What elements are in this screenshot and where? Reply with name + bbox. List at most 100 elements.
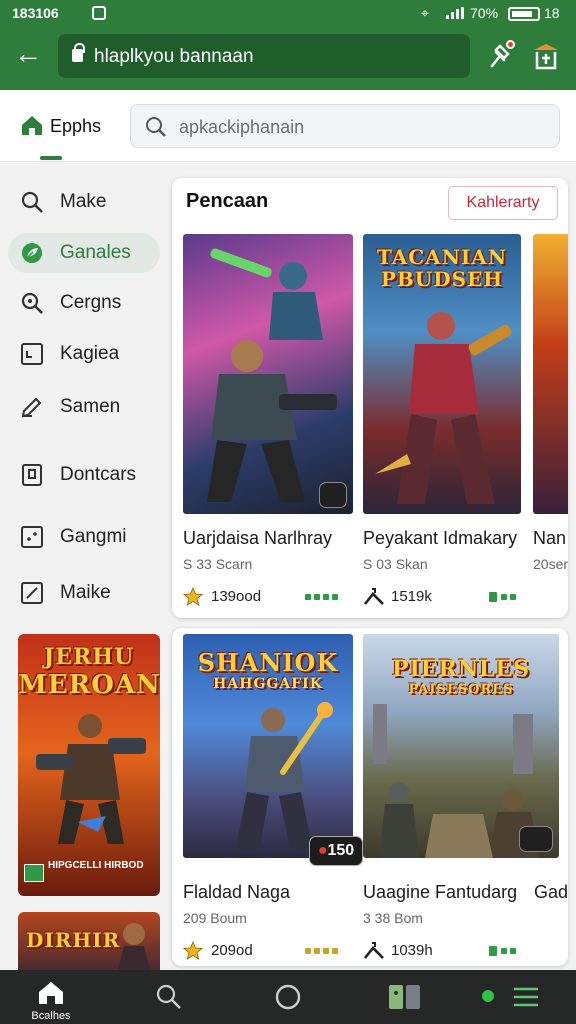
game-name: Nan [533,528,567,548]
game-tile[interactable]: Gade [534,882,568,912]
game-meta: S 03 Skan [363,556,428,572]
rating-value: 1039h [391,942,433,959]
game-meta: 20sen [533,556,568,572]
filter-chip[interactable]: Kahlerarty [448,186,558,220]
lock-icon [72,43,85,62]
character-illustration [118,923,150,970]
game-tile[interactable]: Nan 20sen [533,234,568,612]
store-button[interactable] [530,40,562,72]
page-icon [22,464,42,486]
download-icon [305,592,345,602]
nav-home-label: Bcalhes [31,1010,71,1022]
battery-icon [508,7,540,21]
price-badge: ●150 [309,836,363,866]
nav-home[interactable]: Bcalhes [20,970,82,1024]
sidebar-item-label: Cergns [60,292,122,313]
game-meta: 3 38 Bom [363,910,423,926]
game-tile[interactable]: Uarjdaisa Narlhray S 33 Scarn 139ood [183,234,353,612]
status-bar: 183106 ⌖ 70% 18 [0,0,576,28]
download-icon [489,946,529,956]
game-meta: 209 Boum [183,910,247,926]
game-tile[interactable]: SHANIOK HAHGGAFIK ●150 Flaldad Naga 209 … [183,634,363,964]
back-arrow-icon[interactable]: ← [14,40,44,70]
game-tile[interactable]: PIERNLES PAISESORES Uaagine Fantudarg 3 … [363,634,563,964]
notification-icon [92,6,106,20]
app-bar: 183106 ⌖ 70% 18 ← hlaplkyou bannaan [0,0,576,90]
side-cover-dirhir[interactable]: DIRHIR [18,912,160,970]
sidebar-item-kagiea[interactable]: Kagiea [8,334,160,374]
cover-title: PIERNLES [391,656,531,682]
side-cover-jerhu[interactable]: JERHU MEROAN HIPGCELLI HIRBOD [18,634,160,896]
section-card-featured: Pencaan Kahlerarty Uarjdaisa Narlhray S … [172,178,568,618]
home-icon [39,982,63,1004]
section-title: Pencaan [186,190,269,212]
nav-library[interactable] [384,970,428,1024]
game-cover: TACANIAN PBUDSEH [363,234,521,514]
section-card-more: SHANIOK HAHGGAFIK ●150 Flaldad Naga 209 … [172,628,568,966]
trend-icon [363,942,384,959]
badge-value: 150 [327,842,355,859]
search-input[interactable]: apkackiphanain [130,104,560,148]
sidebar-item-cergns[interactable]: Cergns [8,283,160,323]
home-icon [22,116,42,135]
status-extra: 18 [544,5,560,21]
pin-button[interactable] [486,40,518,72]
sidebar-item-maike[interactable]: Maike [8,573,160,613]
cover-footer: HIPGCELLI HIRBOD [48,860,144,871]
nav-home-circle[interactable] [268,970,308,1024]
warrior-illustration [235,702,333,852]
game-name: Uarjdaisa Narlhray [183,528,333,548]
store-icon [534,44,558,70]
wifi-icon: ⌖ [421,5,429,21]
game-cover: SHANIOK HAHGGAFIK [183,634,353,858]
download-icon [489,592,529,602]
cover-title: TACANIAN PBUDSEH [376,245,508,291]
warrior-illustration [375,312,512,504]
game-name: Uaagine Fantudarg [363,882,518,902]
game-name: Peyakant Idmakary [363,528,518,548]
sidebar-item-samen[interactable]: Samen [8,387,160,427]
game-tile[interactable]: TACANIAN PBUDSEH Peyakant Idmakary S 03 … [363,234,523,612]
sidebar-item-label: Kagiea [60,343,120,364]
nav-menu[interactable] [476,970,546,1024]
menu-icon [514,987,538,1007]
game-name: Flaldad Naga [183,882,291,902]
rating-value: 209od [211,942,253,959]
sidebar-item-ganales[interactable]: Ganales [8,233,160,273]
cover-subtitle: HAHGGAFIK [213,676,323,692]
sidebar-item-label: Gangmi [60,526,127,547]
cover-title: MEROAN [18,670,160,700]
badge-icon [519,826,553,852]
sidebar: Make Ganales Cergns Kagiea Samen Dontcar… [0,162,168,622]
sidebar-item-dontcars[interactable]: Dontcars [8,455,160,495]
warrior-illustration [36,714,146,844]
nav-search[interactable] [148,970,188,1024]
warrior-illustration [207,248,337,502]
cover-title: SHANIOK [197,648,339,677]
sidebar-item-label: Make [60,191,107,212]
sidebar-item-make[interactable]: Make [8,182,160,222]
game-meta: S 33 Scarn [183,556,253,572]
rating-value: 139ood [211,588,262,605]
rating-value: 1519k [391,588,432,605]
game-cover: PIERNLES PAISESORES [363,634,559,858]
status-dot-icon [482,990,494,1002]
brand-name: Epphs [50,116,102,136]
pen-icon [21,397,42,418]
circle-icon [275,984,301,1010]
notification-dot [506,40,515,49]
sidebar-item-gangmi[interactable]: Gangmi [8,517,160,557]
logo-icon [24,864,44,882]
cover-title: JERHU [43,644,135,670]
game-name: Gade [534,882,568,902]
edit-icon [21,582,43,604]
grid-icon [21,526,43,548]
signal-icon [446,7,464,19]
battery-percent: 70% [470,5,499,21]
search-icon [21,191,43,213]
game-cover [183,234,353,514]
download-icon [305,946,345,956]
badge-icon [319,482,347,508]
url-bar[interactable]: hlaplkyou bannaan [58,34,470,78]
game-cover [533,234,568,514]
